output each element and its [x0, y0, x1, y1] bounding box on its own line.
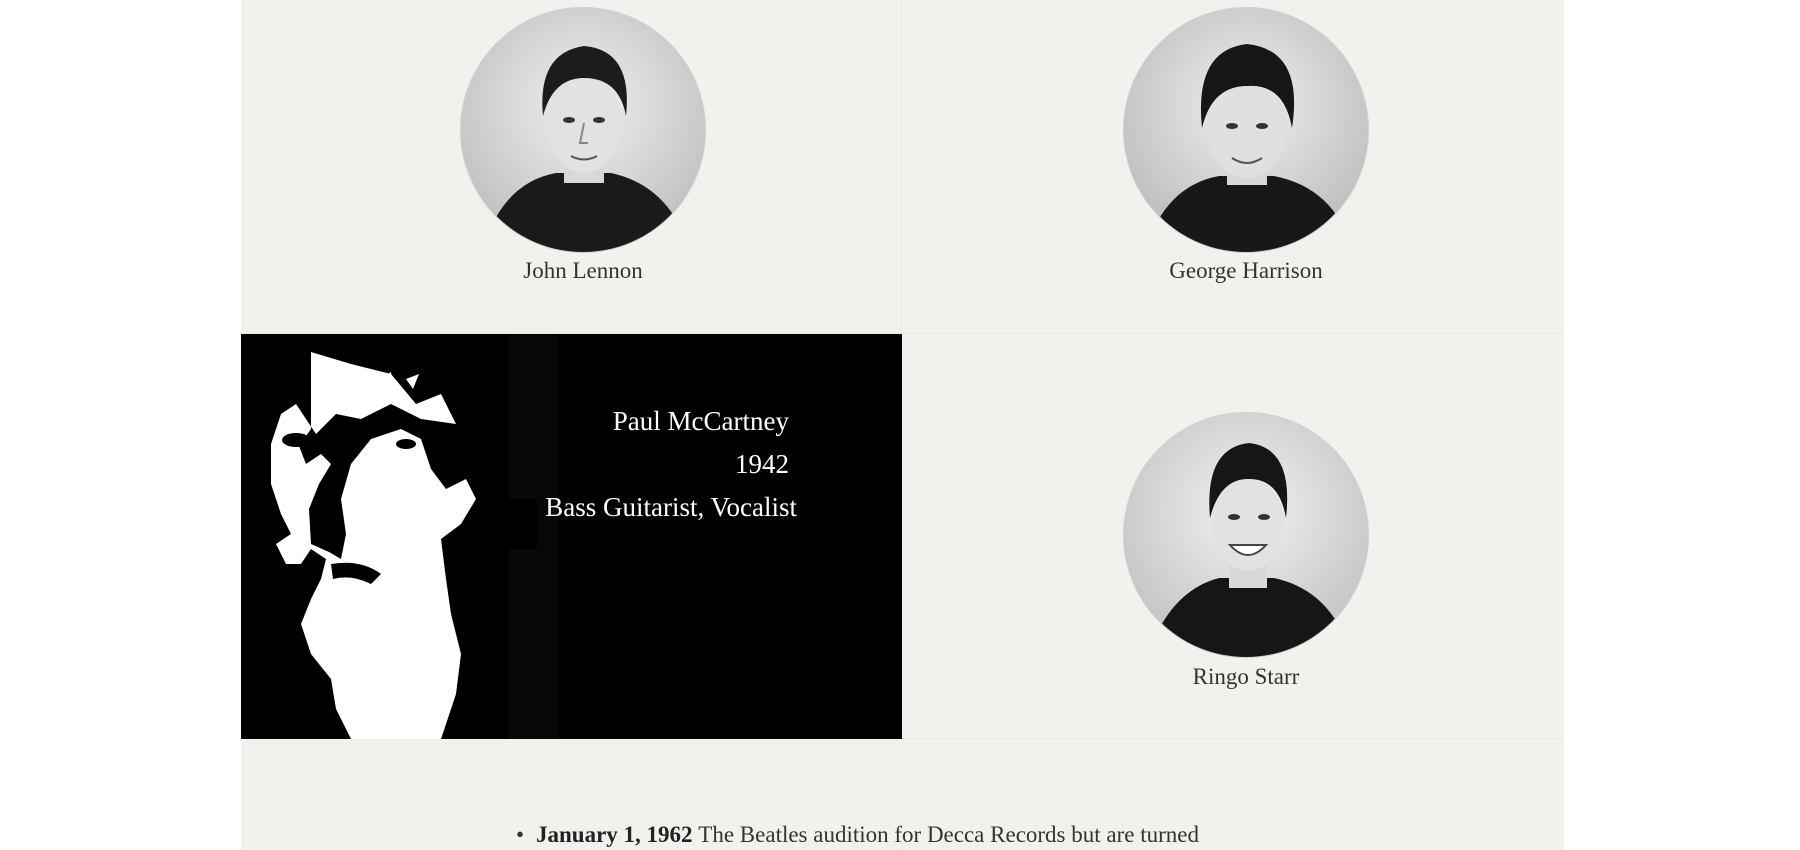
timeline-date: January 1, 1962	[536, 822, 699, 847]
member-card-mccartney[interactable]: Paul McCartney 1942 Bass Guitarist, Voca…	[241, 334, 902, 739]
member-card-harrison[interactable]: George Harrison	[902, 0, 1564, 334]
member-card-starr[interactable]: Ringo Starr	[902, 334, 1564, 739]
starr-portrait	[1123, 412, 1369, 658]
member-name: Ringo Starr	[1192, 664, 1300, 689]
timeline-item: • January 1, 1962 The Beatles audition f…	[516, 822, 1199, 848]
member-name: John Lennon	[523, 258, 643, 283]
mccartney-info-overlay: Paul McCartney 1942 Bass Guitarist, Voca…	[469, 400, 797, 529]
member-card-lennon[interactable]: John Lennon	[241, 0, 902, 334]
timeline-list: • January 1, 1962 The Beatles audition f…	[516, 822, 1199, 848]
members-grid: John Lennon George Harrison Paul McCartn…	[241, 0, 1564, 850]
timeline-section: • January 1, 1962 The Beatles audition f…	[241, 739, 1564, 850]
member-name: Paul McCartney	[612, 406, 789, 436]
member-birth-year: 1942	[735, 449, 789, 479]
timeline-text: The Beatles audition for Decca Records b…	[698, 822, 1199, 847]
lennon-portrait	[460, 7, 706, 253]
harrison-portrait	[1123, 7, 1369, 253]
bullet-icon: •	[516, 822, 525, 847]
member-role: Bass Guitarist, Vocalist	[545, 492, 797, 522]
member-name: George Harrison	[1169, 258, 1323, 283]
mccartney-stencil-art	[241, 334, 902, 739]
